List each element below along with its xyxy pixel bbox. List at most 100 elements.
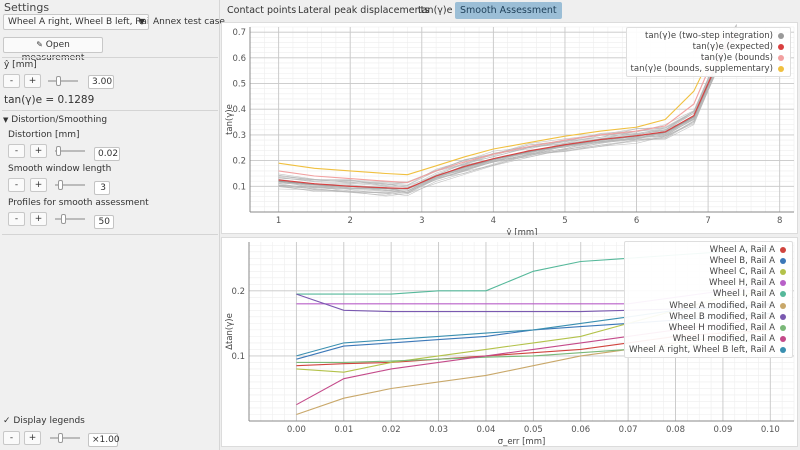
legend-item: Wheel C, Rail A: [629, 266, 786, 277]
legend-swatch: [780, 302, 786, 309]
distortion-section-toggle[interactable]: ▼ Distortion/Smoothing: [3, 115, 107, 125]
minus-label: -: [9, 433, 14, 443]
delta-tan-gamma-chart-panel: 0.00 0.01 0.02 0.03 0.04 0.05 0.06 0.07 0.08 0.09…: [221, 237, 798, 447]
profiles-value-input[interactable]: 50: [94, 215, 114, 229]
legend-item: tan(γ)e (bounds): [631, 52, 784, 63]
legend-item: Wheel B, Rail A: [629, 255, 786, 266]
legend-swatch: [778, 54, 784, 61]
legend-item: Wheel A modified, Rail A: [629, 300, 786, 311]
slider-thumb[interactable]: [56, 76, 61, 86]
tab-tan-gamma[interactable]: tan(γ)e: [413, 2, 457, 19]
legend-label: Wheel H, Rail A: [709, 278, 775, 289]
legend-label: Wheel C, Rail A: [709, 266, 775, 277]
legend-label: tan(γ)e (expected): [692, 41, 773, 52]
y-minus-button[interactable]: -: [3, 74, 20, 88]
slider-thumb[interactable]: [58, 433, 63, 443]
x-tick-label: 0.04: [476, 425, 495, 435]
y-plus-button[interactable]: +: [24, 74, 41, 88]
distortion-label: Distortion [mm]: [8, 130, 80, 140]
x-axis-label: ŷ [mm]: [507, 228, 538, 235]
distortion-section-title: Distortion/Smoothing: [11, 115, 108, 125]
display-legends-checkbox[interactable]: ✓ Display legends: [3, 416, 85, 426]
x-tick-label: 0.10: [761, 425, 780, 435]
legend-label: Wheel A modified, Rail A: [669, 300, 775, 311]
x-tick-label: 0.07: [619, 425, 638, 435]
smooth-window-slider[interactable]: [55, 179, 85, 191]
legend-item: Wheel H, Rail A: [629, 278, 786, 289]
y-slider[interactable]: [48, 75, 78, 87]
chevron-down-icon: ▼: [138, 17, 145, 26]
smooth-window-value-input[interactable]: 3: [94, 181, 110, 195]
chart-legend: Wheel A, Rail A Wheel B, Rail A Wheel C, R…: [624, 241, 793, 358]
open-file-icon: ✎: [36, 40, 43, 49]
y-value-input[interactable]: 3.00: [88, 75, 114, 89]
y-tick-label: 0.2: [231, 287, 245, 297]
tan-gamma-chart-panel: 1 2 3 4 5 6 7 8 0.1 0.2 0.3 0.4 0.5 0.6 0.7 ŷ [mm] tan(γ…: [221, 22, 798, 238]
tab-contact-points[interactable]: Contact points: [222, 2, 301, 19]
y-axis-label: tan(γ)e: [225, 104, 235, 135]
annex-label: Annex test case: [153, 17, 225, 27]
profiles-slider[interactable]: [55, 213, 85, 225]
smooth-window-plus-button[interactable]: +: [30, 178, 47, 192]
y-tick-label: 0.5: [232, 80, 246, 90]
slider-thumb[interactable]: [61, 214, 66, 224]
x-tick-label: 4: [491, 216, 496, 226]
x-tick-label: 0.06: [571, 425, 590, 435]
divider: [2, 234, 218, 235]
smooth-window-minus-button[interactable]: -: [8, 178, 25, 192]
display-legends-label: Display legends: [13, 416, 85, 426]
minus-label: -: [14, 214, 19, 224]
legend-swatch: [778, 43, 784, 50]
x-tick-label: 8: [777, 216, 782, 226]
smooth-window-label: Smooth window length: [8, 164, 112, 174]
test-case-select[interactable]: Wheel A right, Wheel B left, Rail A ▼: [3, 14, 149, 30]
minus-label: -: [14, 146, 19, 156]
legend-swatch: [780, 246, 786, 253]
legend-label: tan(γ)e (bounds, supplementary): [630, 64, 773, 75]
slider-thumb[interactable]: [58, 180, 63, 190]
x-tick-label: 5: [562, 216, 567, 226]
x-tick-label: 0.01: [334, 425, 353, 435]
zoom-minus-button[interactable]: -: [3, 431, 20, 445]
plus-label: +: [28, 76, 37, 86]
distortion-slider[interactable]: [55, 145, 85, 157]
zoom-slider[interactable]: [50, 432, 80, 444]
profiles-minus-button[interactable]: -: [8, 212, 25, 226]
zoom-plus-button[interactable]: +: [24, 431, 41, 445]
profiles-plus-button[interactable]: +: [30, 212, 47, 226]
legend-label: Wheel A, Rail A: [709, 244, 775, 255]
y-tick-label: 0.1: [232, 182, 246, 192]
tab-smooth-assessment[interactable]: Smooth Assessment: [455, 2, 562, 19]
zoom-value: ×1.00: [88, 433, 120, 447]
legend-item: tan(γ)e (expected): [631, 41, 784, 52]
plus-label: +: [34, 146, 43, 156]
distortion-plus-button[interactable]: +: [30, 144, 47, 158]
legend-swatch: [780, 347, 786, 354]
divider: [2, 57, 218, 58]
distortion-minus-button[interactable]: -: [8, 144, 25, 158]
x-tick-label: 0.03: [429, 425, 448, 435]
legend-label: Wheel I, Rail A: [712, 289, 775, 300]
slider-thumb[interactable]: [56, 146, 61, 156]
legend-swatch: [780, 324, 786, 331]
open-measurement-button[interactable]: ✎ Open measurement: [3, 37, 103, 63]
distortion-value-input[interactable]: 0.02: [94, 147, 120, 161]
x-tick-label: 1: [276, 216, 281, 226]
x-tick-label: 0.08: [666, 425, 685, 435]
legend-item: Wheel I modified, Rail A: [629, 334, 786, 345]
x-tick-label: 0.05: [524, 425, 543, 435]
legend-item: tan(γ)e (two-step integration): [631, 30, 784, 41]
divider: [2, 110, 218, 111]
x-tick-label: 0.02: [382, 425, 401, 435]
slider-track: [48, 80, 78, 82]
y-label: ŷ [mm]: [4, 60, 37, 70]
settings-panel: Settings Wheel A right, Wheel B left, Ra…: [0, 0, 225, 450]
y-tick-label: 0.6: [232, 54, 246, 64]
slider-track: [55, 218, 85, 220]
x-tick-label: 0.09: [713, 425, 732, 435]
legend-swatch: [778, 66, 784, 73]
caret-down-icon: ▼: [3, 116, 9, 124]
legend-swatch: [780, 268, 786, 275]
x-axis-label: σ_err [mm]: [498, 437, 546, 447]
legend-item: Wheel I, Rail A: [629, 289, 786, 300]
